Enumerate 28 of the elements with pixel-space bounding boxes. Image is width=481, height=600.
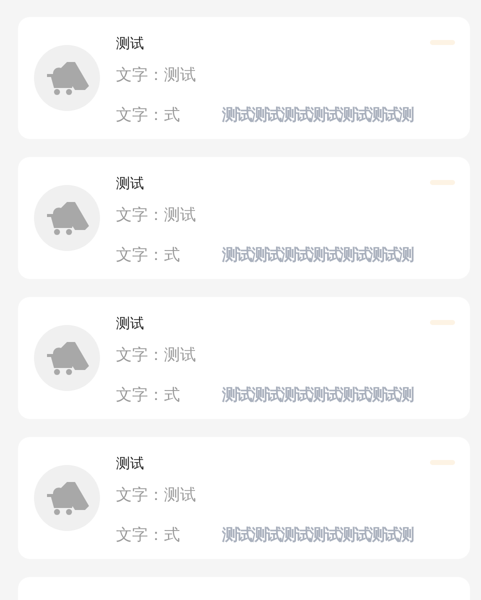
card-text: 文字：式 bbox=[116, 106, 181, 126]
card-text: 文字：式 bbox=[116, 386, 181, 406]
mine-cart-icon bbox=[45, 200, 89, 236]
card-title: 测试 bbox=[116, 314, 145, 333]
list-card[interactable]: 测试 文字：测试 文字：式 测试测试测试测试测试测试测 bbox=[18, 297, 470, 419]
status-badge bbox=[430, 460, 455, 465]
card-title: 测试 bbox=[116, 174, 145, 193]
card-text: 文字：测试 bbox=[116, 206, 197, 226]
card-title: 测试 bbox=[116, 454, 145, 473]
card-text: 文字：测试 bbox=[116, 486, 197, 506]
status-badge bbox=[430, 320, 455, 325]
mine-cart-icon bbox=[45, 480, 89, 516]
card-text: 测试测试测试测试测试测试测 bbox=[222, 246, 414, 266]
list-card[interactable]: 测试 文字：测试 文字：式 测试测试测试测试测试测试测 bbox=[18, 157, 470, 279]
mine-cart-icon bbox=[45, 340, 89, 376]
card-text: 测试测试测试测试测试测试测 bbox=[222, 386, 414, 406]
mine-cart-icon bbox=[45, 60, 89, 96]
card-text: 文字：式 bbox=[116, 246, 181, 266]
card-text: 测试测试测试测试测试测试测 bbox=[222, 526, 414, 546]
list-card[interactable]: 测试 文字：测试 文字：式 测试测试测试测试测试测试测 bbox=[18, 17, 470, 139]
list-card[interactable]: 测试 文字：测试 文字：式 测试测试测试测试测试测试测 bbox=[18, 437, 470, 559]
card-text: 测试测试测试测试测试测试测 bbox=[222, 106, 414, 126]
status-badge bbox=[430, 40, 455, 45]
card-text: 文字：测试 bbox=[116, 346, 197, 366]
card-text: 文字：测试 bbox=[116, 66, 197, 86]
status-badge bbox=[430, 180, 455, 185]
card-title: 测试 bbox=[116, 34, 145, 53]
card-text: 文字：式 bbox=[116, 526, 181, 546]
